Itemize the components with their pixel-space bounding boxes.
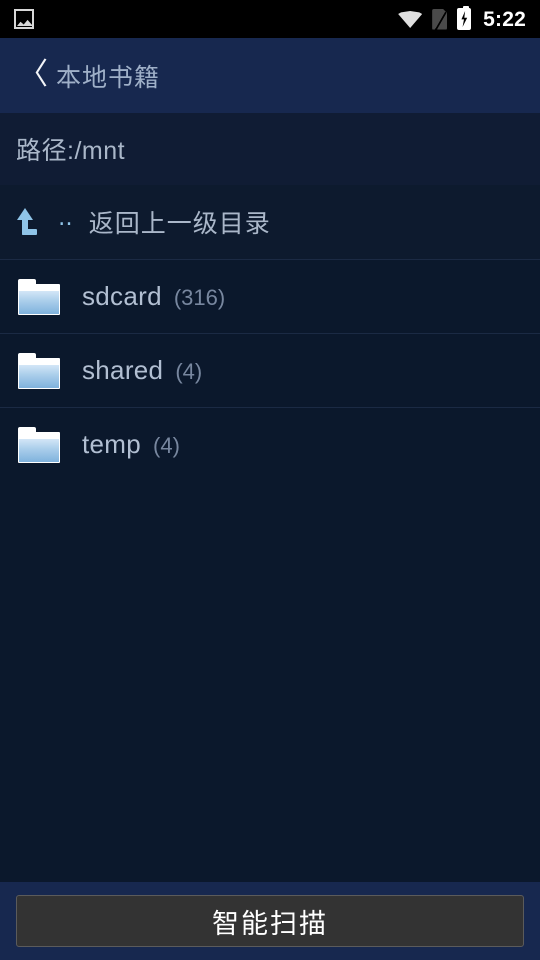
folder-icon xyxy=(18,352,60,389)
back-chevron-icon[interactable]: 〈 xyxy=(18,59,48,90)
folder-icon xyxy=(18,278,60,315)
parent-directory-dots: ‥ xyxy=(58,205,75,230)
file-list: ‥ 返回上一级目录 sdcard (316) shared (4) temp (… xyxy=(0,185,540,882)
folder-name: sdcard xyxy=(82,281,162,311)
list-item-folder[interactable]: temp (4) xyxy=(0,407,540,481)
wifi-icon xyxy=(398,10,422,28)
page-title: 本地书籍 xyxy=(56,63,161,92)
sim-disabled-icon xyxy=(432,8,448,30)
current-path-label: 路径:/mnt xyxy=(16,137,126,165)
battery-charging-icon xyxy=(457,6,472,30)
folder-icon xyxy=(18,426,60,463)
footer-bar: 智能扫描 xyxy=(0,882,540,960)
folder-item-count: (316) xyxy=(173,284,226,310)
status-bar-left xyxy=(14,9,34,29)
folder-name: shared xyxy=(82,355,164,385)
status-bar-right: 5:22 xyxy=(398,6,526,31)
parent-directory-label: 返回上一级目录 xyxy=(88,210,271,238)
arrow-up-icon xyxy=(17,207,48,237)
status-bar: 5:22 xyxy=(0,0,540,38)
folder-name: temp xyxy=(82,429,142,459)
path-bar: 路径:/mnt xyxy=(0,113,540,185)
photo-icon xyxy=(14,9,34,29)
folder-item-count: (4) xyxy=(153,432,180,458)
title-bar: 〈 本地书籍 xyxy=(0,38,540,113)
list-item-folder[interactable]: sdcard (316) xyxy=(0,259,540,333)
folder-item-count: (4) xyxy=(175,358,203,384)
list-item-folder[interactable]: shared (4) xyxy=(0,333,540,407)
app-screen: 5:22 〈 本地书籍 路径:/mnt ‥ 返回上一级目录 sdcard (31… xyxy=(0,0,540,960)
smart-scan-button[interactable]: 智能扫描 xyxy=(16,895,524,947)
status-bar-clock: 5:22 xyxy=(483,7,526,31)
list-item-parent-directory[interactable]: ‥ 返回上一级目录 xyxy=(0,185,540,259)
